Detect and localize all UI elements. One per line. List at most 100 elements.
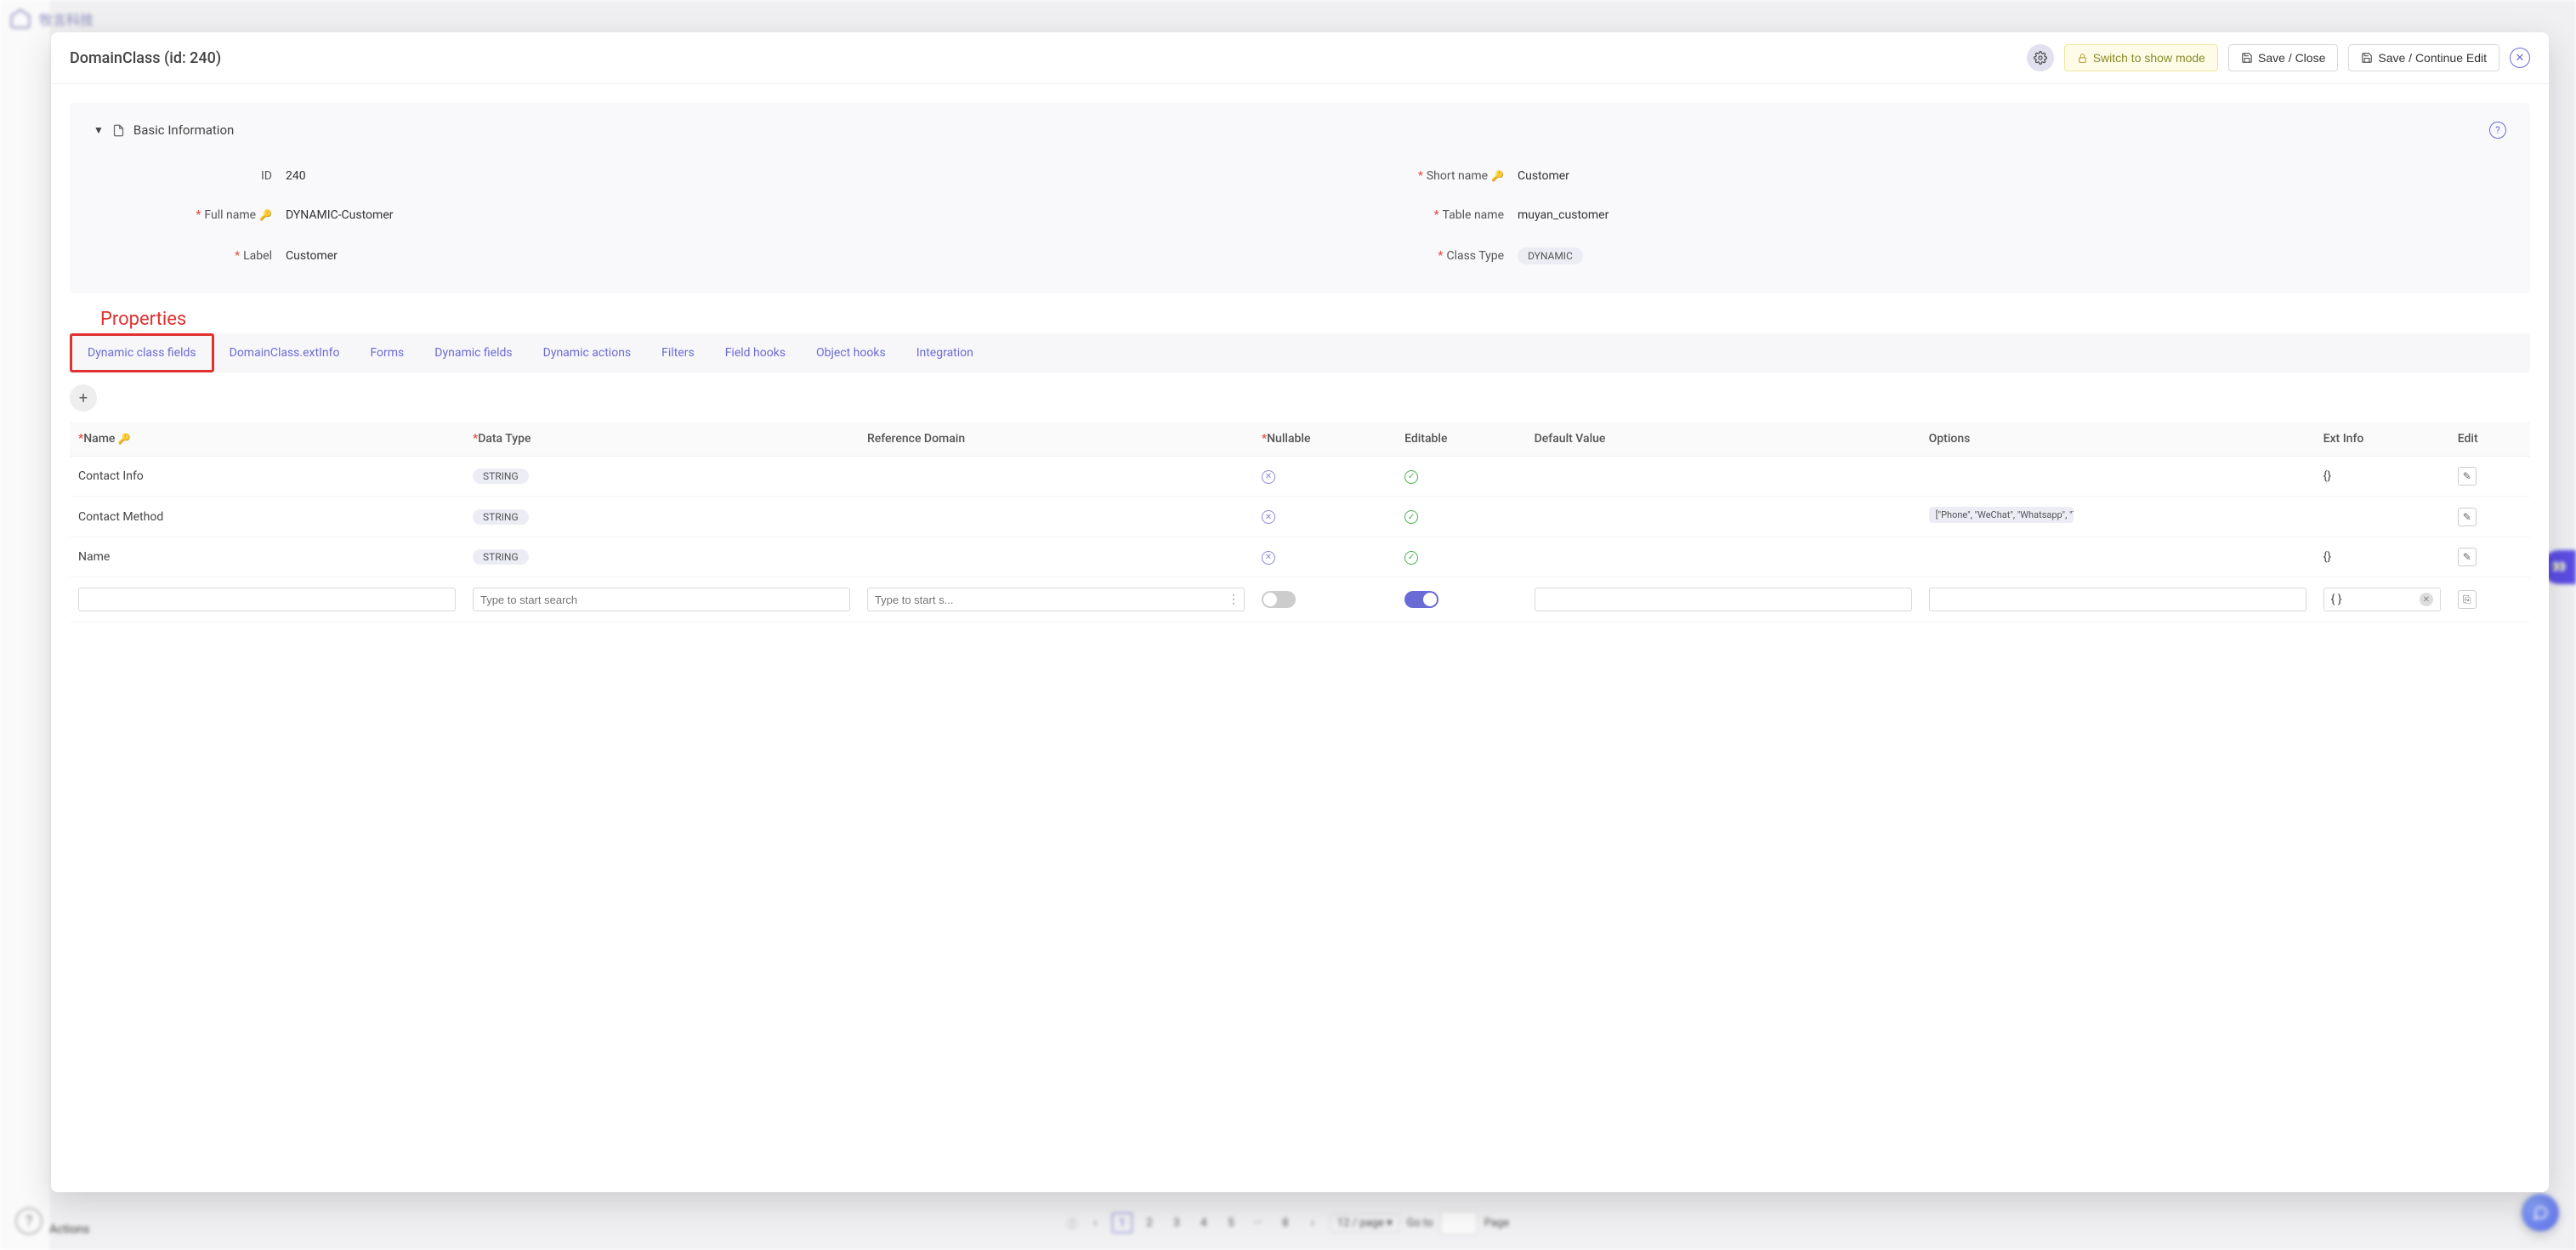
basic-info-panel: ▼ Basic Information ? ID 240 *Short name… (70, 103, 2530, 293)
chat-bubble-icon[interactable] (2522, 1194, 2559, 1231)
table-row: Name STRING ✕ ✓ {} ✎ (70, 537, 2530, 577)
pager-page-3[interactable]: 3 (1166, 1213, 1187, 1233)
cell-name: Name (70, 537, 464, 577)
lock-icon (2077, 53, 2088, 64)
editable-true-icon: ✓ (1404, 470, 1418, 484)
page-label: Page (1484, 1217, 1509, 1230)
tab-dynamic-fields[interactable]: Dynamic fields (419, 336, 527, 370)
brand-logo: 牧言科技 (9, 7, 94, 31)
pager-page-8[interactable]: 8 (1275, 1213, 1296, 1233)
per-page-select[interactable]: 12 / page ▾ (1330, 1213, 1400, 1233)
table-name-value[interactable]: muyan_customer (1518, 208, 2498, 222)
th-editable[interactable]: Editable (1396, 422, 1526, 457)
add-row-button[interactable]: + (70, 384, 97, 412)
cell-options: ["Phone", "WeChat", "Whatsapp", "Twe{}"] (1929, 507, 2074, 523)
table-row: Contact Info STRING ✕ ✓ {} ✎ (70, 457, 2530, 497)
cell-ext-info: {} (2315, 457, 2449, 497)
new-nullable-toggle[interactable] (1262, 591, 1296, 608)
annotation-properties: Properties (100, 309, 2530, 330)
cell-ext-info: {} (2315, 537, 2449, 577)
tab-dynamic-actions[interactable]: Dynamic actions (528, 336, 647, 370)
info-icon[interactable]: ⓘ (1067, 1215, 1078, 1231)
key-icon: 🔑 (118, 433, 131, 445)
pager-prev[interactable]: ‹ (1085, 1213, 1105, 1233)
cell-data-type: STRING (464, 457, 859, 497)
save-continue-label: Save / Continue Edit (2378, 51, 2487, 65)
basic-info-title: Basic Information (133, 122, 234, 138)
full-name-label: *Full name 🔑 (102, 208, 272, 222)
save-continue-button[interactable]: Save / Continue Edit (2348, 44, 2499, 71)
th-name[interactable]: *Name 🔑 (70, 422, 464, 457)
left-sidebar (0, 0, 51, 1250)
edit-row-button[interactable]: ✎ (2458, 548, 2477, 566)
nullable-false-icon: ✕ (1262, 551, 1275, 565)
full-name-value[interactable]: DYNAMIC-Customer (286, 208, 1266, 222)
save-close-button[interactable]: Save / Close (2228, 44, 2338, 71)
new-default-input[interactable] (1535, 588, 1912, 611)
pager-page-5[interactable]: 5 (1221, 1213, 1241, 1233)
save-icon (2241, 52, 2253, 64)
short-name-value[interactable]: Customer (1518, 169, 2498, 183)
goto-label: Go to (1407, 1217, 1433, 1230)
tab-dynamic-class-fields[interactable]: Dynamic class fields (70, 333, 214, 372)
close-button[interactable]: ✕ (2510, 48, 2530, 68)
save-close-label: Save / Close (2258, 51, 2325, 65)
confirm-new-row-button[interactable]: ⎘ (2458, 590, 2477, 609)
tab-filters[interactable]: Filters (646, 336, 710, 370)
new-ref-domain-input[interactable] (867, 588, 1245, 611)
th-default-value[interactable]: Default Value (1526, 422, 1921, 457)
new-data-type-input[interactable] (473, 588, 850, 611)
help-icon[interactable]: ? (15, 1207, 43, 1235)
key-icon: 🔑 (259, 209, 272, 221)
nullable-false-icon: ✕ (1262, 510, 1275, 524)
th-reference-domain[interactable]: Reference Domain (859, 422, 1253, 457)
editable-true-icon: ✓ (1404, 510, 1418, 524)
modal-header: DomainClass (id: 240) Switch to show mod… (51, 32, 2549, 84)
th-options[interactable]: Options (1921, 422, 2315, 457)
label-value[interactable]: Customer (286, 249, 1266, 263)
cell-data-type: STRING (464, 497, 859, 537)
tab-integration[interactable]: Integration (901, 336, 989, 370)
switch-mode-label: Switch to show mode (2093, 51, 2205, 65)
th-nullable[interactable]: *Nullable (1253, 422, 1396, 457)
pager-page-2[interactable]: 2 (1139, 1213, 1160, 1233)
new-ext-info-button[interactable]: { }✕ (2324, 588, 2441, 611)
actions-label: Actions (49, 1223, 89, 1236)
tab-field-hooks[interactable]: Field hooks (710, 336, 801, 370)
class-type-label: *Class Type (1334, 249, 1504, 263)
switch-mode-button[interactable]: Switch to show mode (2064, 44, 2218, 71)
basic-info-header[interactable]: ▼ Basic Information ? (94, 122, 2506, 139)
edit-row-button[interactable]: ✎ (2458, 508, 2477, 526)
help-icon[interactable]: ? (2489, 122, 2506, 139)
class-type-value[interactable]: DYNAMIC (1518, 247, 2498, 264)
cell-data-type: STRING (464, 537, 859, 577)
clear-icon[interactable]: ✕ (2420, 593, 2433, 606)
pager-next[interactable]: › (1302, 1213, 1323, 1233)
tabs-bar: Dynamic class fields DomainClass.extInfo… (70, 333, 2530, 372)
th-data-type[interactable]: *Data Type (464, 422, 859, 457)
th-ext-info[interactable]: Ext Info (2315, 422, 2449, 457)
save-icon (2361, 52, 2373, 64)
tab-forms[interactable]: Forms (355, 336, 419, 370)
editable-true-icon: ✓ (1404, 551, 1418, 565)
tab-object-hooks[interactable]: Object hooks (801, 336, 901, 370)
pager-page-4[interactable]: 4 (1194, 1213, 1214, 1233)
kebab-icon[interactable]: ⋮ (1228, 593, 1240, 606)
table-name-label: *Table name (1334, 208, 1504, 222)
id-value: 240 (286, 169, 1266, 183)
pager-ellipsis: ··· (1248, 1213, 1268, 1233)
pager-page-1[interactable]: 1 (1112, 1213, 1132, 1233)
new-options-input[interactable] (1929, 588, 2306, 611)
pagination: ⓘ ‹ 1 2 3 4 5 ··· 8 › 12 / page ▾ Go to … (1067, 1211, 1509, 1235)
settings-button[interactable] (2027, 44, 2054, 71)
id-label: ID (102, 169, 272, 183)
key-icon: 🔑 (1491, 170, 1504, 182)
new-editable-toggle[interactable] (1404, 591, 1438, 608)
modal-body: ▼ Basic Information ? ID 240 *Short name… (51, 84, 2549, 1192)
tab-domainclass-extinfo[interactable]: DomainClass.extInfo (214, 336, 355, 370)
cell-name: Contact Info (70, 457, 464, 497)
edit-row-button[interactable]: ✎ (2458, 467, 2477, 486)
domain-class-modal: DomainClass (id: 240) Switch to show mod… (51, 32, 2549, 1192)
goto-input[interactable] (1440, 1211, 1478, 1235)
new-name-input[interactable] (78, 588, 456, 611)
